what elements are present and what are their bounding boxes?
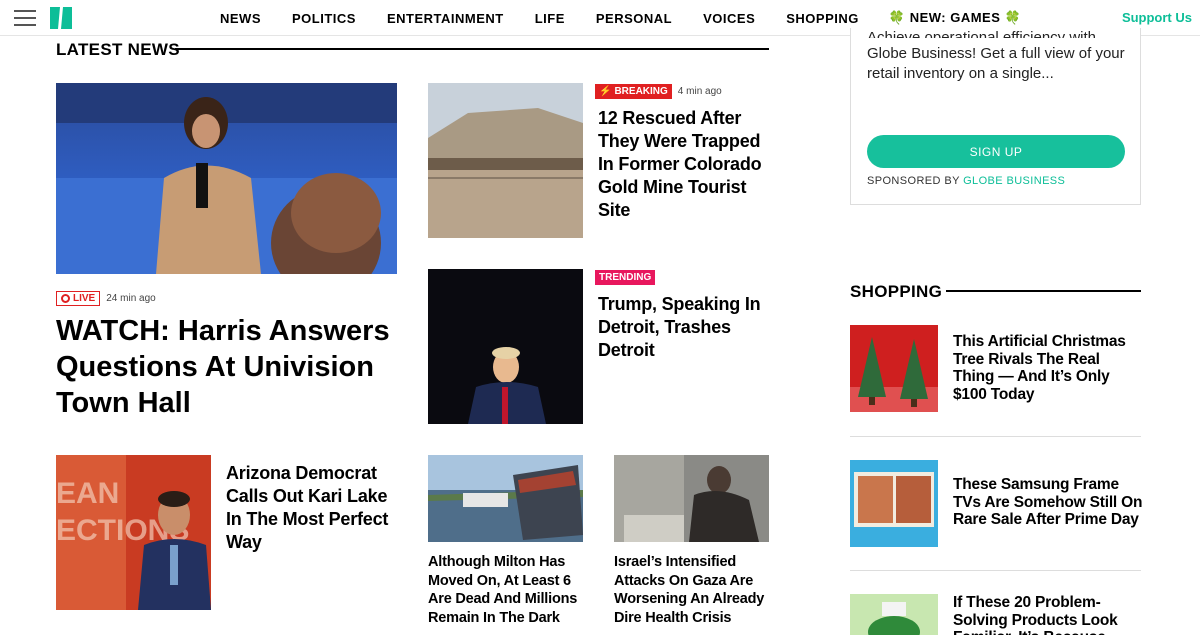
breaking-badge-label: BREAKING [614,86,668,97]
nav-item-news[interactable]: NEWS [220,11,261,26]
latest-news-header: LATEST NEWS [56,40,180,60]
clover-icon: 🍀 [888,10,906,25]
colorado-story-meta: ⚡ BREAKING 4 min ago [595,84,722,99]
menu-icon[interactable] [14,10,36,26]
arizona-story-image[interactable]: EAN ECTIONS [56,455,211,610]
trump-story-image[interactable] [428,269,583,424]
svg-text:EAN: EAN [56,477,119,510]
shopping-item-headline[interactable]: This Artificial Christmas Tree Rivals Th… [953,333,1143,403]
lead-story-image[interactable] [56,83,397,274]
gaza-story-image[interactable] [614,455,769,542]
nav-item-politics[interactable]: POLITICS [292,11,356,26]
nav-item-life[interactable]: LIFE [535,11,565,26]
huffpost-logo[interactable] [50,7,72,29]
shopping-item-image[interactable] [850,594,938,635]
trending-badge: TRENDING [595,270,656,285]
ad-text: Achieve operational efficiency with Glob… [867,28,1127,84]
live-badge-label: LIVE [73,293,96,304]
colorado-story-time: 4 min ago [677,86,722,97]
sponsored-by: SPONSORED BY GLOBE BUSINESS [867,175,1065,187]
sponsor-link[interactable]: GLOBE BUSINESS [963,175,1065,187]
live-dot-icon [61,294,70,303]
arizona-story-headline[interactable]: Arizona Democrat Calls Out Kari Lake In … [226,462,401,554]
section-title: LATEST NEWS [56,40,180,59]
colorado-story-image[interactable] [428,83,583,238]
section-rule [175,48,769,50]
shopping-item-image[interactable] [850,460,938,547]
sponsored-ad: Achieve operational efficiency with Glob… [850,28,1141,205]
nav-item-shopping[interactable]: SHOPPING [786,11,859,26]
shopping-divider [850,570,1141,571]
support-us-link[interactable]: Support Us [1122,10,1192,25]
shopping-title: SHOPPING [850,282,943,301]
nav-item-entertainment[interactable]: ENTERTAINMENT [387,11,504,26]
shopping-item-image[interactable] [850,325,938,412]
lead-story-headline[interactable]: WATCH: Harris Answers Questions At Univi… [56,313,396,421]
nav-item-games-label: NEW: GAMES [909,10,1001,25]
live-badge: LIVE [56,291,101,306]
shopping-item-headline[interactable]: These Samsung Frame TVs Are Somehow Stil… [953,476,1143,529]
gaza-story-headline[interactable]: Israel’s Intensified Attacks On Gaza Are… [614,553,774,627]
milton-story-headline[interactable]: Although Milton Has Moved On, At Least 6… [428,553,588,627]
trump-story-meta: TRENDING [595,270,661,285]
shopping-rule [946,290,1141,292]
ad-body: Globe Business! Get a full view of your … [867,45,1125,82]
lead-story-time: 24 min ago [106,293,156,304]
ad-clipped-line: Achieve operational efficiency with [867,29,1097,38]
bolt-icon: ⚡ [599,86,612,97]
breaking-badge: ⚡ BREAKING [595,84,672,99]
shopping-divider [850,436,1141,437]
colorado-story-headline[interactable]: 12 Rescued After They Were Trapped In Fo… [598,107,768,222]
shopping-item-headline[interactable]: If These 20 Problem-Solving Products Loo… [953,594,1143,635]
sponsored-prefix: SPONSORED BY [867,175,960,187]
trump-story-headline[interactable]: Trump, Speaking In Detroit, Trashes Detr… [598,293,773,362]
milton-story-image[interactable] [428,455,583,542]
sign-up-button[interactable]: SIGN UP [867,135,1125,168]
shopping-header: SHOPPING [850,282,942,302]
nav-item-voices[interactable]: VOICES [703,11,755,26]
lead-story-meta: LIVE 24 min ago [56,291,156,306]
clover-icon: 🍀 [1004,10,1022,25]
nav-item-games[interactable]: 🍀 NEW: GAMES 🍀 [889,10,1021,26]
nav-item-personal[interactable]: PERSONAL [596,11,672,26]
